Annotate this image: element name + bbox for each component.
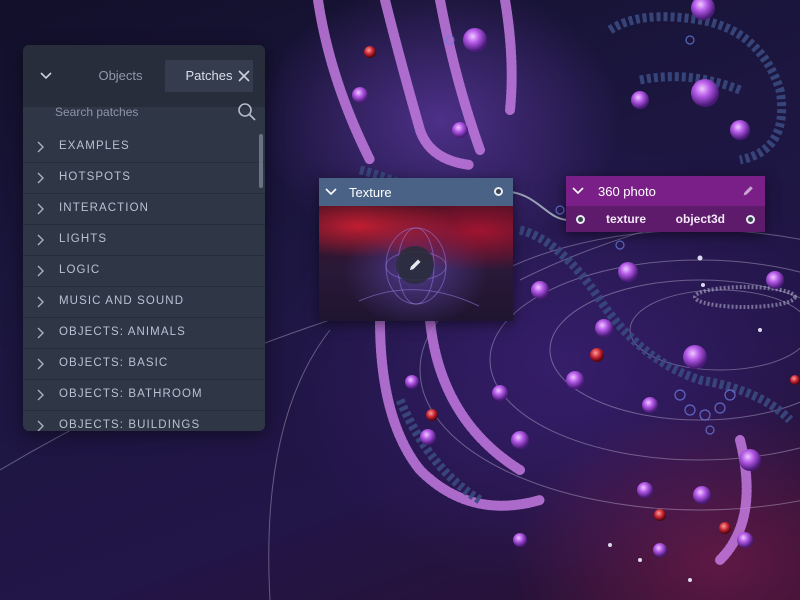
chevron-down-icon: [325, 188, 337, 196]
texture-input-label: texture: [606, 212, 647, 226]
texture-edit-button[interactable]: [396, 246, 434, 284]
texture-node-header[interactable]: Texture: [319, 178, 513, 206]
pencil-icon: [410, 259, 421, 270]
texture-input-port[interactable]: [576, 215, 585, 224]
pencil-icon: [743, 186, 753, 196]
chevron-down-icon: [572, 187, 584, 195]
photo360-node-title: 360 photo: [598, 183, 656, 199]
texture-patch-node[interactable]: Texture: [319, 178, 513, 321]
photo360-edit-button[interactable]: [741, 184, 755, 203]
photo360-patch-node[interactable]: 360 photo texture object3d: [566, 176, 765, 232]
texture-preview-image: [319, 206, 513, 321]
texture-node-title: Texture: [349, 184, 392, 200]
photo360-ports: texture object3d: [566, 206, 765, 232]
texture-collapse-button[interactable]: [319, 188, 343, 196]
photo360-node-header[interactable]: 360 photo: [566, 176, 765, 206]
photo360-collapse-button[interactable]: [566, 187, 590, 195]
texture-output-port[interactable]: [494, 187, 503, 196]
object3d-output-label: object3d: [675, 212, 725, 226]
object3d-output-port[interactable]: [746, 215, 755, 224]
